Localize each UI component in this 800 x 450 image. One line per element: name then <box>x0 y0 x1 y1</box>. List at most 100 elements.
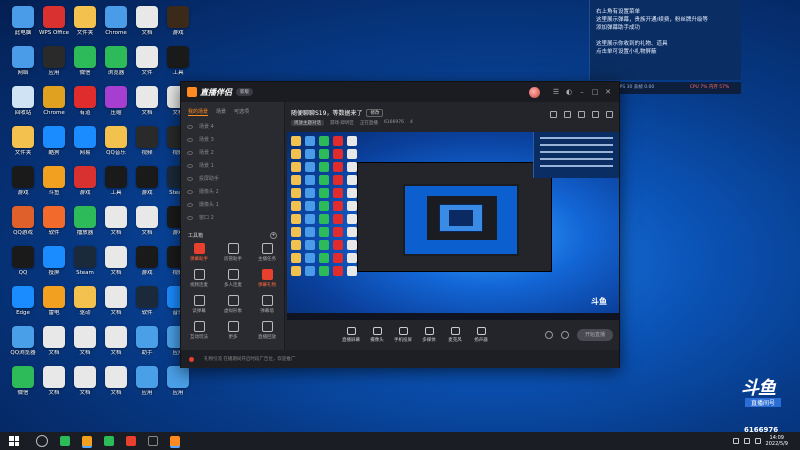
settings-gear-icon[interactable] <box>561 331 569 339</box>
scene-item[interactable]: 摄像头 1 <box>181 198 284 211</box>
tool-button[interactable]: 弹幕助手 <box>182 243 216 262</box>
add-tool-icon[interactable]: + <box>270 232 277 239</box>
desktop-icon[interactable]: 驱动 <box>68 286 102 316</box>
desktop-icon[interactable]: 工具 <box>99 166 133 196</box>
desktop-icon[interactable]: 压缩 <box>99 86 133 116</box>
taskbar-app-icon[interactable] <box>126 436 136 446</box>
scene-item[interactable]: 场景 3 <box>181 133 284 146</box>
desktop-icon[interactable]: 软件 <box>130 286 164 316</box>
skin-icon[interactable]: ◐ <box>564 87 574 97</box>
desktop-icon[interactable]: 文档 <box>99 286 133 316</box>
scene-item[interactable]: 场景 1 <box>181 159 284 172</box>
desktop-icon[interactable]: 文档 <box>37 366 71 396</box>
eye-icon[interactable] <box>187 150 193 155</box>
desktop-icon[interactable]: 播放器 <box>68 206 102 236</box>
desktop-icon[interactable]: Steam <box>68 246 102 276</box>
edit-topic-button[interactable]: 修改 <box>366 108 384 117</box>
desktop-icon[interactable]: 文档 <box>99 366 133 396</box>
start-live-button[interactable]: 开始直播 <box>577 329 613 341</box>
camera-source-button[interactable]: 摄像头 <box>364 327 390 343</box>
danmaku-icon[interactable] <box>550 111 557 118</box>
gift-icon[interactable] <box>606 111 613 118</box>
desktop-icon[interactable]: 有道 <box>68 86 102 116</box>
tool-button[interactable]: 视频连麦 <box>182 269 216 288</box>
eye-icon[interactable] <box>187 176 193 181</box>
tool-button[interactable]: 弹幕墙 <box>250 295 284 314</box>
desktop-icon[interactable]: 游戏 <box>68 166 102 196</box>
desktop-icon[interactable]: 工具 <box>161 46 195 76</box>
tool-button[interactable]: 更多 <box>216 321 250 340</box>
desktop-icon[interactable]: 游戏 <box>130 166 164 196</box>
desktop-icon[interactable]: 酷狗 <box>37 126 71 156</box>
tool-button[interactable]: 房管助手 <box>216 243 250 262</box>
screen-source-button[interactable]: 直播屏幕 <box>338 327 364 343</box>
speaker-button[interactable]: 扬声器 <box>468 327 494 343</box>
desktop-icon[interactable]: 文档 <box>99 206 133 236</box>
tab-my-scenes[interactable]: 我的场景 <box>188 108 209 116</box>
desktop-icon[interactable]: 文档 <box>37 326 71 356</box>
menu-icon[interactable]: ☰ <box>551 87 561 97</box>
maximize-icon[interactable]: □ <box>590 87 600 97</box>
desktop-icon[interactable]: 微信 <box>68 46 102 76</box>
desktop-icon[interactable]: 文档 <box>99 246 133 276</box>
desktop-icon[interactable]: 文档 <box>68 366 102 396</box>
user-avatar[interactable] <box>529 86 540 98</box>
network-icon[interactable] <box>743 438 750 444</box>
desktop-icon[interactable]: QQ浏览器 <box>6 326 40 356</box>
desktop-icon[interactable]: 文件 <box>130 46 164 76</box>
taskbar-app-icon[interactable] <box>82 436 92 446</box>
desktop-icon[interactable]: 斗鱼 <box>37 166 71 196</box>
lock-icon[interactable] <box>564 111 571 118</box>
desktop-icon[interactable]: 视频 <box>130 126 164 156</box>
desktop-icon[interactable]: 应用 <box>130 366 164 396</box>
tool-button[interactable]: 多人连麦 <box>216 269 250 288</box>
settings-icon[interactable] <box>578 111 585 118</box>
tool-button[interactable]: 互动玩法 <box>182 321 216 340</box>
desktop-icon[interactable]: Chrome <box>37 86 71 116</box>
desktop-icon[interactable]: QQ <box>6 246 40 276</box>
eye-icon[interactable] <box>187 189 193 194</box>
desktop-icon[interactable]: WPS Office <box>37 6 71 36</box>
scene-item[interactable]: 场景 2 <box>181 146 284 159</box>
desktop-icon[interactable]: 应用 <box>37 46 71 76</box>
eye-icon[interactable] <box>187 124 193 129</box>
scene-item[interactable]: 摄像头 2 <box>181 185 284 198</box>
desktop-icon[interactable]: 文档 <box>68 326 102 356</box>
desktop-icon[interactable]: 微信 <box>6 366 40 396</box>
record-icon[interactable] <box>545 331 553 339</box>
taskbar-clock[interactable]: 14:09 2022/5/9 <box>766 435 788 447</box>
desktop-icon[interactable]: 文件夹 <box>6 126 40 156</box>
desktop-icon[interactable]: 网易 <box>68 126 102 156</box>
tool-button[interactable]: 弹幕礼物 <box>250 269 284 288</box>
desktop-icon[interactable]: 此电脑 <box>6 6 40 36</box>
eye-icon[interactable] <box>187 137 193 142</box>
version-badge[interactable]: 新版 <box>236 88 253 96</box>
minimize-icon[interactable]: – <box>577 87 587 97</box>
desktop-icon[interactable]: Edge <box>6 286 40 316</box>
start-button[interactable] <box>0 432 28 450</box>
media-source-button[interactable]: 多媒体 <box>416 327 442 343</box>
taskbar-app-icon[interactable] <box>60 436 70 446</box>
volume-icon[interactable] <box>754 438 761 444</box>
tool-button[interactable]: 直播回放 <box>250 321 284 340</box>
microphone-button[interactable]: 麦克风 <box>442 327 468 343</box>
desktop-icon[interactable]: 文档 <box>130 6 164 36</box>
taskbar-wechat-icon[interactable] <box>104 436 114 446</box>
tool-button[interactable]: 读弹幕 <box>182 295 216 314</box>
desktop-icon[interactable]: 游戏 <box>130 246 164 276</box>
scene-item[interactable]: 投屏助手 <box>181 172 284 185</box>
tool-button[interactable]: 虚拟形象 <box>216 295 250 314</box>
category-pill[interactable]: 周放主题对话 <box>291 120 324 126</box>
desktop-icon[interactable]: 投屏 <box>37 246 71 276</box>
close-icon[interactable]: ✕ <box>603 87 613 97</box>
desktop-icon[interactable]: 文件夹 <box>68 6 102 36</box>
taskbar-app-icon[interactable] <box>148 436 158 446</box>
desktop-icon[interactable]: 游戏 <box>6 166 40 196</box>
desktop-icon[interactable]: 软件 <box>37 206 71 236</box>
desktop-icon[interactable]: 文档 <box>130 206 164 236</box>
phone-cast-button[interactable]: 手机投屏 <box>390 327 416 343</box>
desktop-icon[interactable]: 应用 <box>161 366 195 396</box>
scene-item[interactable]: 场景 4 <box>181 120 284 133</box>
eye-icon[interactable] <box>187 202 193 207</box>
desktop-icon[interactable]: 助手 <box>130 326 164 356</box>
